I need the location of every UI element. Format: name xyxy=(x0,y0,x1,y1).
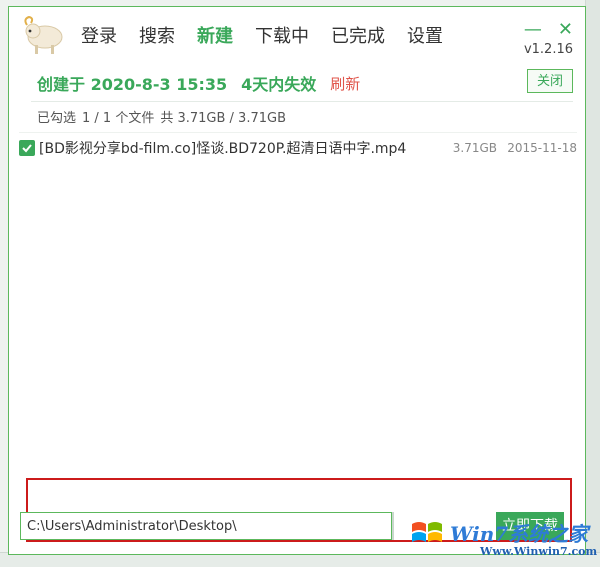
nav-downloading[interactable]: 下载中 xyxy=(255,26,309,48)
minimize-button[interactable]: — xyxy=(524,21,542,39)
sheep-logo-icon xyxy=(19,15,65,57)
window-controls: — ✕ xyxy=(524,21,573,39)
nav-completed[interactable]: 已完成 xyxy=(331,26,385,48)
task-info-row: 创建于 2020-8-3 15:35 4天内失效 刷新 xyxy=(37,71,360,95)
nav-login[interactable]: 登录 xyxy=(81,26,117,48)
nav-new[interactable]: 新建 xyxy=(197,26,233,48)
selected-size: 共 3.71GB / 3.71GB xyxy=(160,111,286,126)
checkmark-icon xyxy=(22,144,32,153)
created-time: 创建于 2020-8-3 15:35 xyxy=(37,75,228,94)
save-path-input[interactable] xyxy=(20,512,392,540)
window-header: 登录 搜索 新建 下载中 已完成 设置 — ✕ v1.2.16 xyxy=(9,7,585,65)
file-size: 3.71GB xyxy=(452,141,497,155)
watermark-text: Win7系统之家 xyxy=(450,522,589,546)
watermark-url: Www.Winwin7.com xyxy=(480,545,598,558)
version-label: v1.2.16 xyxy=(523,42,573,57)
expire-notice: 4天内失效 xyxy=(241,75,317,94)
new-task-window: 登录 搜索 新建 下载中 已完成 设置 — ✕ v1.2.16 创建于 2020… xyxy=(8,6,586,555)
file-name: [BD影视分享bd-film.co]怪谈.BD720P.超清日语中字.mp4 xyxy=(39,141,407,157)
window-close-button[interactable]: ✕ xyxy=(558,21,573,39)
file-list: [BD影视分享bd-film.co]怪谈.BD720P.超清日语中字.mp4 3… xyxy=(19,132,577,163)
nav-search[interactable]: 搜索 xyxy=(139,26,175,48)
refresh-link[interactable]: 刷新 xyxy=(330,73,360,94)
main-nav: 登录 搜索 新建 下载中 已完成 设置 xyxy=(81,26,465,48)
selected-count: 1 / 1 个文件 xyxy=(82,111,155,126)
windows-logo-icon xyxy=(410,516,444,550)
watermark: Win7系统之家 Www.Winwin7.com xyxy=(410,514,600,564)
selected-label: 已勾选 xyxy=(37,111,77,126)
path-divider xyxy=(392,512,394,540)
file-date: 2015-11-18 xyxy=(507,141,577,155)
background-scrollbar xyxy=(585,0,600,567)
close-task-button[interactable]: 关闭 xyxy=(527,69,573,93)
selection-summary: 已勾选 1 / 1 个文件 共 3.71GB / 3.71GB xyxy=(37,107,286,126)
file-row[interactable]: [BD影视分享bd-film.co]怪谈.BD720P.超清日语中字.mp4 3… xyxy=(19,133,577,163)
divider xyxy=(31,101,573,102)
nav-settings[interactable]: 设置 xyxy=(407,26,443,48)
file-checkbox[interactable] xyxy=(19,140,35,156)
